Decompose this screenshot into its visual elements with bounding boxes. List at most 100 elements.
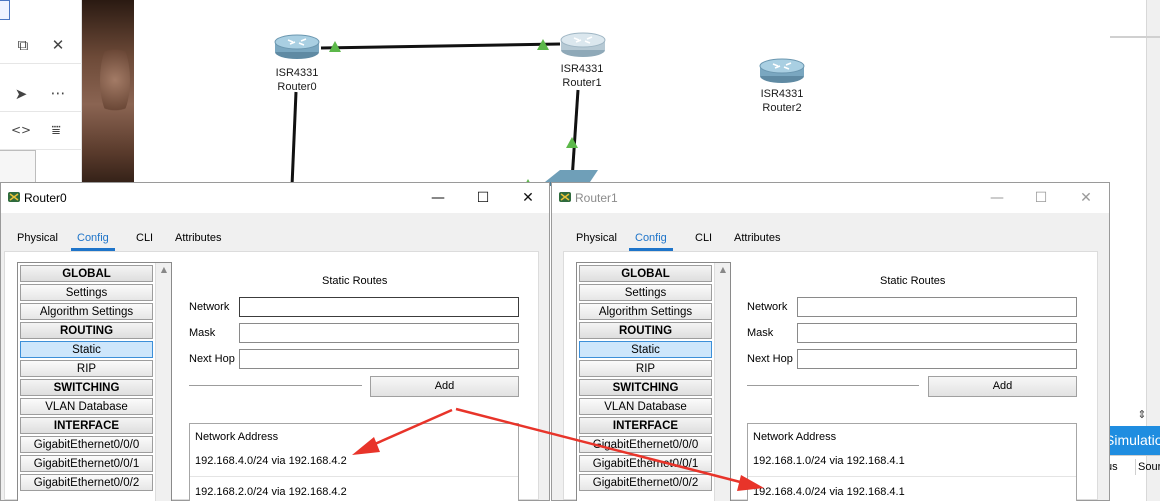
mask-label: Mask (189, 327, 216, 339)
tab-cli[interactable]: CLI (689, 231, 718, 251)
nav-item[interactable]: Algorithm Settings (20, 303, 153, 320)
window-title: Router1 (575, 191, 618, 205)
separator (189, 385, 362, 386)
scroll-up-icon[interactable]: ▲ (718, 265, 728, 275)
router2-icon (759, 58, 805, 83)
nav-item[interactable]: VLAN Database (579, 398, 712, 415)
resize-icon[interactable]: ⇕ (1135, 408, 1149, 422)
nav-item[interactable]: GigabitEthernet0/0/0 (20, 436, 153, 453)
nav-item[interactable]: Algorithm Settings (579, 303, 712, 320)
nav-item[interactable]: VLAN Database (20, 398, 153, 415)
network-label: Network (189, 301, 230, 313)
nav-item[interactable]: GigabitEthernet0/0/0 (579, 436, 712, 453)
tab-cli[interactable]: CLI (130, 231, 159, 251)
nav-section-header: ROUTING (579, 322, 712, 339)
nav-item[interactable]: Static (579, 341, 712, 358)
nav-section-header: GLOBAL (20, 265, 153, 282)
window-title: Router0 (24, 191, 67, 205)
router0-label: ISR4331 Router0 (252, 66, 342, 94)
next-hop-input[interactable] (239, 349, 519, 369)
config-nav-list: GLOBAL Settings Algorithm Settings ROUTING S… (17, 262, 172, 501)
minimize-button[interactable]: — (415, 183, 461, 213)
tab-config[interactable]: Config (629, 231, 673, 251)
mask-label: Mask (747, 327, 774, 339)
nav-item[interactable]: GigabitEthernet0/0/2 (579, 474, 712, 491)
nav-scrollbar[interactable]: ▲ (714, 263, 730, 501)
tab-attributes[interactable]: Attributes (169, 231, 227, 251)
router1-model: ISR4331 (560, 63, 604, 75)
screen: ⧉ ✕ ➤ ⋯ <> ⩸ ISR4331 Router0 ISR4331 Rou… (0, 0, 1160, 501)
packet-tracer-icon (8, 192, 20, 202)
router1-name: Router1 (562, 77, 602, 89)
tab-attributes[interactable]: Attributes (728, 231, 786, 251)
network-label: Network (747, 301, 788, 313)
routes-list: Network Address 192.168.4.0/24 via 192.1… (189, 423, 519, 501)
static-routes-title: Static Routes (322, 275, 388, 287)
link-router0-router1 (320, 42, 561, 50)
maximize-button[interactable]: ☐ (460, 183, 506, 213)
nav-item[interactable]: Settings (579, 284, 712, 301)
nav-section-header: SWITCHING (579, 379, 712, 396)
nav-section-header: GLOBAL (579, 265, 712, 282)
nav-section-header: ROUTING (20, 322, 153, 339)
link-router0-down (290, 91, 298, 187)
router2-model: ISR4331 (760, 88, 804, 100)
tab-config[interactable]: Config (71, 231, 115, 251)
network-input[interactable] (239, 297, 519, 317)
nav-item[interactable]: GigabitEthernet0/0/1 (579, 455, 712, 472)
tab-bar: Physical Config CLI Attributes (1, 213, 549, 251)
route-row[interactable]: 192.168.4.0/24 via 192.168.4.2 (190, 446, 518, 476)
router0-name: Router0 (277, 81, 317, 93)
route-row[interactable]: 192.168.2.0/24 via 192.168.4.2 (190, 476, 518, 501)
scroll-up-icon[interactable]: ▲ (159, 265, 169, 275)
minimize-button[interactable]: — (974, 183, 1020, 213)
mask-input[interactable] (239, 323, 519, 343)
static-routes-title: Static Routes (880, 275, 946, 287)
next-hop-label: Next Hop (189, 353, 235, 365)
router1-label: ISR4331 Router1 (537, 62, 627, 90)
nav-section-header: SWITCHING (20, 379, 153, 396)
tab-physical[interactable]: Physical (570, 231, 623, 251)
link-router1-down (570, 89, 580, 181)
panel-divider (1110, 36, 1160, 38)
nav-item[interactable]: Settings (20, 284, 153, 301)
config-nav-list: GLOBAL Settings Algorithm Settings ROUTING S… (576, 262, 731, 501)
router0-icon (274, 34, 320, 59)
config-tab-page: GLOBAL Settings Algorithm Settings ROUTING S… (563, 251, 1098, 501)
router0-config-window: Router0 — ☐ ✕ Physical Config CLI Attrib… (0, 182, 550, 501)
next-hop-input[interactable] (797, 349, 1077, 369)
tray-divider (1110, 455, 1160, 456)
packet-tracer-icon (559, 192, 571, 202)
close-button[interactable]: ✕ (505, 183, 551, 213)
router2-name: Router2 (762, 102, 802, 114)
titlebar[interactable]: Router1 — ☐ ✕ (552, 183, 1109, 213)
nav-item[interactable]: RIP (20, 360, 153, 377)
routes-list-header: Network Address (753, 431, 837, 443)
router2-label: ISR4331 Router2 (737, 87, 827, 115)
routes-list: Network Address 192.168.1.0/24 via 192.1… (747, 423, 1077, 501)
titlebar[interactable]: Router0 — ☐ ✕ (1, 183, 549, 213)
route-row[interactable]: 192.168.4.0/24 via 192.168.4.1 (748, 476, 1076, 501)
network-input[interactable] (797, 297, 1077, 317)
nav-item[interactable]: Static (20, 341, 153, 358)
add-button[interactable]: Add (370, 376, 519, 397)
add-button[interactable]: Add (928, 376, 1077, 397)
route-row[interactable]: 192.168.1.0/24 via 192.168.4.1 (748, 446, 1076, 476)
router1-icon (560, 32, 606, 57)
tab-source[interactable]: Sour (1135, 459, 1160, 475)
nav-item[interactable]: GigabitEthernet0/0/2 (20, 474, 153, 491)
routes-list-header: Network Address (195, 431, 279, 443)
separator (747, 385, 919, 386)
router0-model: ISR4331 (275, 67, 319, 79)
tab-bar: Physical Config CLI Attributes (552, 213, 1109, 251)
nav-item[interactable]: GigabitEthernet0/0/1 (20, 455, 153, 472)
tab-physical[interactable]: Physical (11, 231, 64, 251)
nav-scrollbar[interactable]: ▲ (155, 263, 171, 501)
close-button[interactable]: ✕ (1063, 183, 1109, 213)
maximize-button[interactable]: ☐ (1018, 183, 1064, 213)
next-hop-label: Next Hop (747, 353, 793, 365)
mask-input[interactable] (797, 323, 1077, 343)
router1-config-window: Router1 — ☐ ✕ Physical Config CLI Attrib… (551, 182, 1110, 501)
nav-item[interactable]: RIP (579, 360, 712, 377)
nav-section-header: INTERFACE (20, 417, 153, 434)
